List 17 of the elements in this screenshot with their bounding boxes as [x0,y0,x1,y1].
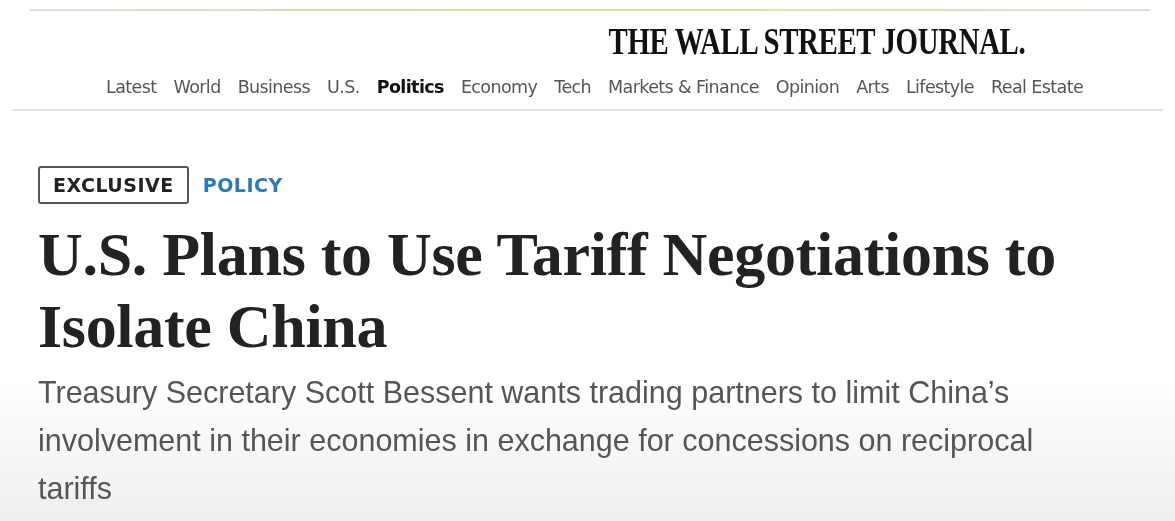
wsj-logo[interactable]: THE WALL STREET JOURNAL. [608,19,1025,63]
nav-link[interactable]: U.S. [327,77,360,109]
nav-link[interactable]: Politics [376,77,444,109]
exclusive-badge: EXCLUSIVE [38,166,189,204]
nav-link[interactable]: Latest [106,77,157,109]
nav-link[interactable]: Business [237,77,310,109]
headline: U.S. Plans to Use Tariff Negotiations to Isolate China [38,219,1057,362]
nav-link[interactable]: Real Estate [991,77,1084,109]
article-summary: Treasury Secretary Scott Bessent wants trading partners to limit China’s involvement in their economies in exchange for concessions on reciprocal tariffs [38,374,1035,507]
nav-link[interactable]: Arts [856,77,889,109]
nav-link[interactable]: Economy [460,77,538,109]
nav-link[interactable]: World [173,77,221,109]
nav-link[interactable]: Opinion [775,77,840,109]
nav-link[interactable]: Tech [554,77,592,109]
section-link[interactable]: POLICY [202,174,283,196]
nav-link[interactable]: Lifestyle [905,77,974,109]
nav-link[interactable]: Markets & Finance [608,77,759,109]
